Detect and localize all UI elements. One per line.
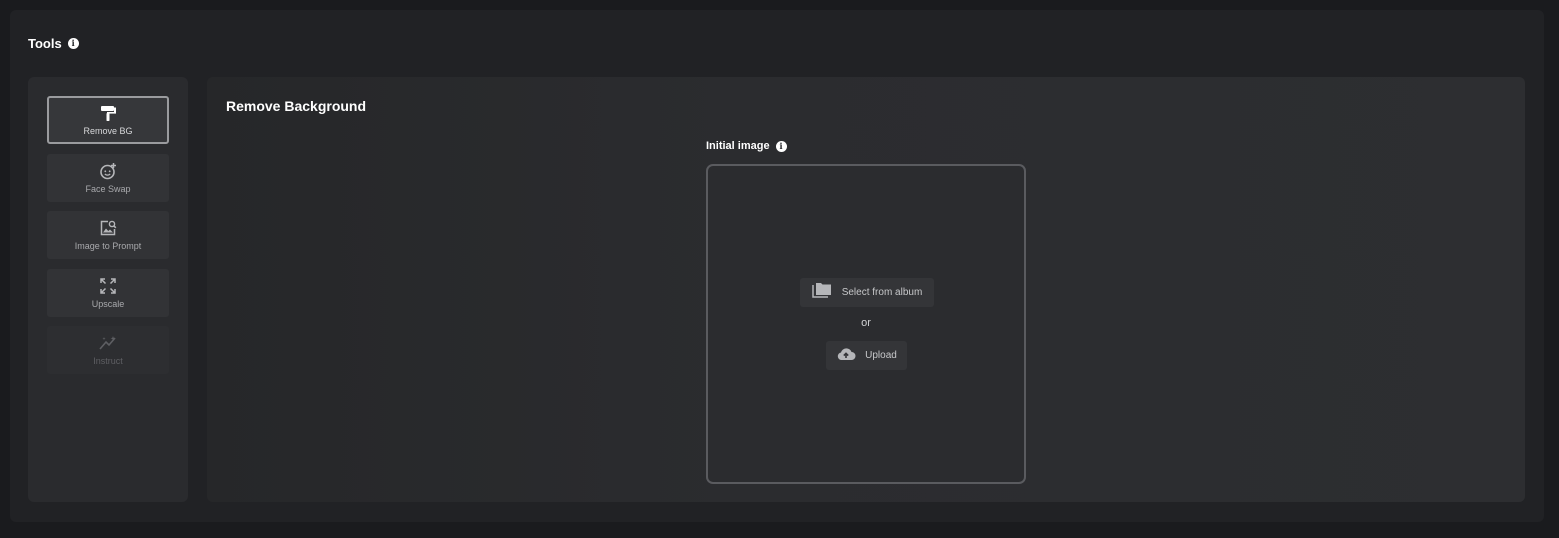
tool-label: Image to Prompt [74,241,142,251]
select-from-album-button[interactable]: Select from album [800,278,934,307]
panel-title: Remove Background [226,98,367,114]
tools-header: Tools i [28,36,79,51]
initial-image-label-row: Initial image i [706,140,787,152]
tool-face-swap-button[interactable]: Face Swap [47,154,169,202]
tool-remove-bg-button[interactable]: Remove BG [47,96,169,144]
expand-arrows-icon [99,277,117,295]
upload-label: Upload [865,350,897,361]
initial-image-label: Initial image [706,140,770,152]
tool-instruct-button: Instruct [47,326,169,374]
tools-sidebar: Remove BG Face Swap Image to Prompt Upsc… [28,77,188,502]
tool-label: Upscale [91,299,125,309]
tool-upscale-button[interactable]: Upscale [47,269,169,317]
paint-roller-icon [99,104,117,122]
tool-image-to-prompt-button[interactable]: Image to Prompt [47,211,169,259]
remove-background-panel: Remove Background Initial image i Select… [207,77,1525,502]
tools-panel: Tools i Remove BG Face Swap Image to Pro… [10,10,1544,522]
image-search-icon [99,219,117,237]
initial-image-dropzone[interactable]: Select from album or Upload [706,164,1026,484]
tools-info-icon[interactable]: i [67,38,79,49]
tool-label: Face Swap [85,184,131,194]
tool-label: Instruct [93,356,123,366]
or-separator: or [861,317,871,329]
tool-label: Remove BG [83,126,133,136]
initial-image-info-icon[interactable]: i [775,140,787,152]
select-from-album-label: Select from album [841,287,923,298]
folder-stack-icon [811,282,832,303]
cloud-upload-icon [836,346,856,366]
upload-button[interactable]: Upload [826,341,907,370]
sparkle-wand-icon [98,334,118,352]
tools-title: Tools [28,36,62,51]
face-add-icon [99,162,117,180]
